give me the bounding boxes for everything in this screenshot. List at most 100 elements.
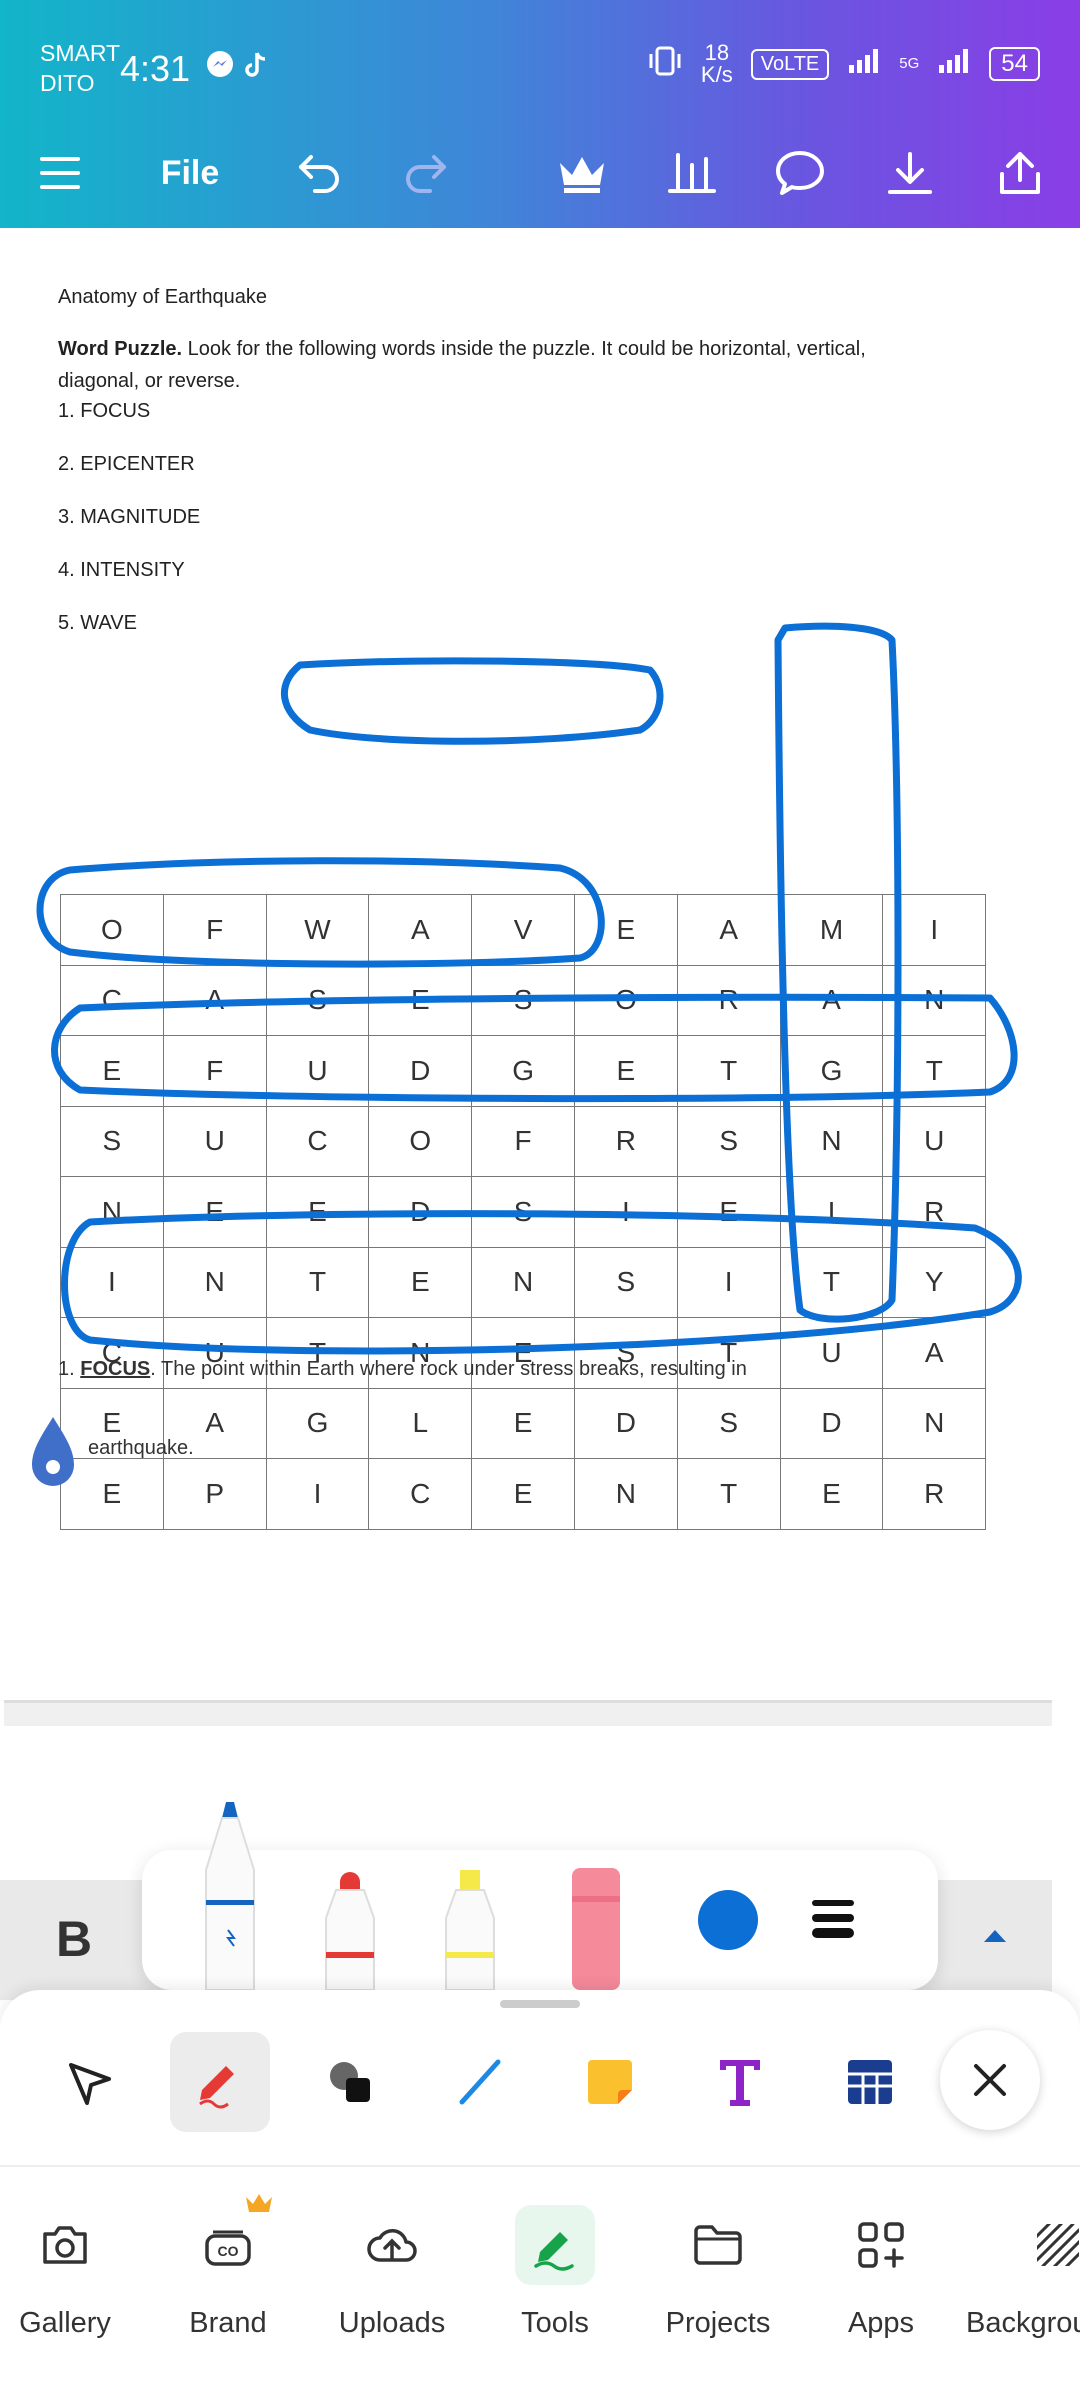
premium-crown-icon [244,2191,274,2220]
grid-cell: N [162,1246,267,1318]
document-title: Anatomy of Earthquake [58,286,268,308]
draw-icon[interactable] [170,2032,270,2132]
comment-icon[interactable] [770,138,830,208]
grid-cell: I [882,894,987,966]
svg-text:CO: CO [218,2243,239,2259]
grid-cell: R [882,1176,987,1248]
apps-icon [841,2205,921,2285]
nav-backgrounds[interactable]: Backgrou [960,2205,1080,2340]
line-icon[interactable] [430,2032,530,2132]
status-bar: SMART DITO 4:31 18 K/s VoLTE 5G 54 [0,0,1080,130]
download-icon[interactable] [880,138,940,208]
cloud-upload-icon [352,2205,432,2285]
grid-cell: D [368,1176,473,1248]
grid-cell: G [779,1035,884,1107]
redo-icon[interactable] [395,138,455,208]
crown-icon[interactable] [552,138,612,208]
text-icon[interactable] [690,2032,790,2132]
net-speed-unit: K/s [700,62,733,87]
color-swatch[interactable] [698,1890,758,1950]
pen-tool[interactable] [202,1800,258,1995]
grid-cell: S [676,1387,781,1459]
grid-cell: I [265,1458,370,1530]
definition-text: . The point within Earth where rock unde… [150,1358,747,1380]
grid-row: SUCOFRSNU [60,1105,987,1177]
folder-icon [678,2205,758,2285]
chevron-up-icon[interactable] [980,1926,1010,1951]
sheet-grabber[interactable] [500,2000,580,2008]
grid-cell: A [368,894,473,966]
net-speed-value: 18 [704,40,730,65]
select-arrow-icon[interactable] [40,2032,140,2132]
shapes-icon[interactable] [300,2032,400,2132]
network-type: 5G [899,55,920,72]
marker-tool[interactable] [322,1868,378,1995]
bold-button[interactable]: B [56,1910,92,1968]
text-cursor-handle[interactable] [30,1415,76,1498]
grid-cell: D [368,1035,473,1107]
grid-cell: I [676,1246,781,1318]
hamburger-icon[interactable] [30,138,90,208]
grid-cell: O [60,894,164,966]
grid-cell: C [60,964,164,1036]
nav-apps[interactable]: Apps [796,2205,966,2340]
grid-cell: I [779,1176,884,1248]
grid-cell: C [368,1458,473,1530]
signal-icon-2 [937,47,971,81]
nav-label: Tools [521,2307,589,2339]
grid-cell: R [676,964,781,1036]
insights-icon[interactable] [662,138,722,208]
messenger-icon [206,50,234,85]
grid-cell: P [162,1458,267,1530]
grid-cell: D [779,1387,884,1459]
grid-cell: E [265,1176,370,1248]
grid-cell: N [60,1176,164,1248]
eraser-tool[interactable] [570,1866,622,1995]
brand-icon: CO [188,2194,272,2285]
grid-cell: A [779,964,884,1036]
grid-cell: E [471,1387,575,1459]
word-search-grid: OFWAVEAMICASESORANEFUDGETGTSUCOFRSNUNEED… [60,894,987,1530]
grid-cell: S [573,1246,678,1318]
grid-cell: F [162,1035,267,1107]
grid-cell: E [573,894,678,966]
highlighter-tool[interactable] [442,1868,498,1995]
grid-row: NEEDSIEIR [60,1176,987,1248]
grid-cell: T [779,1246,884,1318]
draw-palette [142,1802,938,1991]
grid-cell: C [265,1105,370,1177]
file-menu-button[interactable]: File [150,138,230,208]
grid-cell: T [265,1246,370,1318]
sticky-note-icon[interactable] [560,2032,660,2132]
share-icon[interactable] [990,138,1050,208]
nav-gallery[interactable]: Gallery [0,2205,150,2340]
grid-cell: T [676,1035,781,1107]
nav-label: Gallery [19,2307,111,2339]
grid-cell: R [573,1105,678,1177]
grid-cell: S [676,1105,781,1177]
grid-cell: E [779,1458,884,1530]
table-icon[interactable] [820,2032,920,2132]
net-speed: 18 K/s [701,42,733,86]
nav-label: Backgrou [966,2307,1080,2339]
nav-uploads[interactable]: Uploads [307,2205,477,2340]
grid-cell: U [882,1105,987,1177]
nav-projects[interactable]: Projects [633,2205,803,2340]
close-icon[interactable] [940,2030,1040,2130]
instructions-line-1: Look for the following words inside the … [182,338,866,360]
grid-row: INTENSITY [60,1246,987,1318]
grid-cell: E [368,1246,473,1318]
nav-tools[interactable]: Tools [470,2205,640,2340]
document-canvas[interactable]: Anatomy of Earthquake Word Puzzle. Look … [0,228,1080,1708]
undo-icon[interactable] [290,138,350,208]
battery-level: 54 [989,47,1040,81]
grid-cell: I [573,1176,678,1248]
grid-cell: N [573,1458,678,1530]
word-list-item: 4. INTENSITY [58,559,185,581]
stroke-weight-icon[interactable] [810,1898,856,1945]
grid-cell: V [471,894,575,966]
grid-cell: W [265,894,370,966]
nav-brand[interactable]: CO Brand [143,2194,313,2340]
grid-cell: A [676,894,781,966]
grid-cell: E [676,1176,781,1248]
